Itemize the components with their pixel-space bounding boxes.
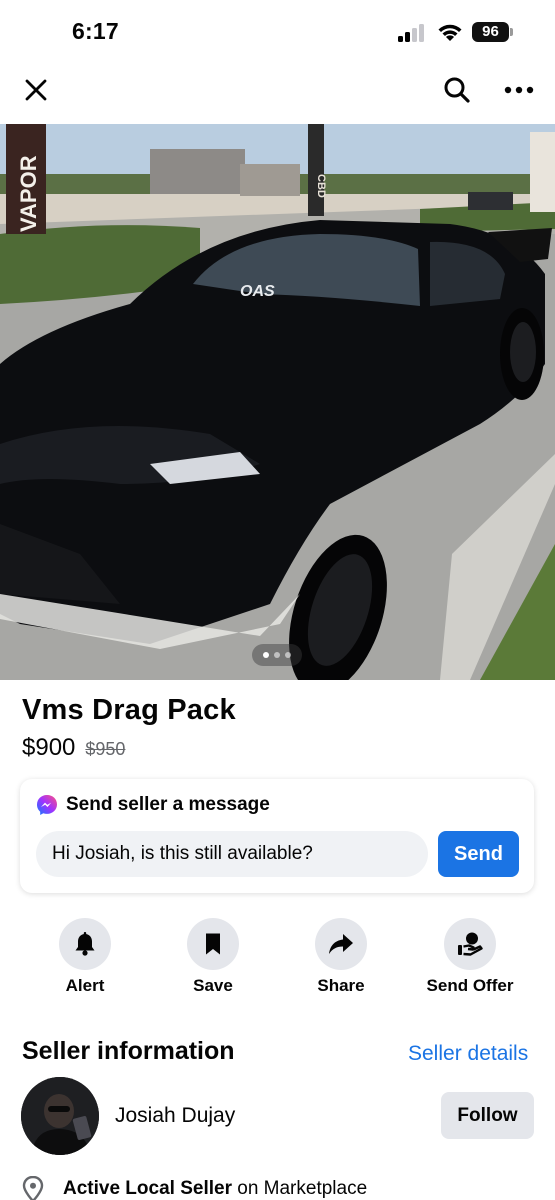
listing-title: Vms Drag Pack: [22, 694, 236, 726]
windshield-decal-text: OAS: [240, 283, 275, 300]
original-price: $950: [85, 739, 126, 759]
battery-icon: 96: [472, 22, 509, 42]
battery-tip: [510, 28, 513, 36]
send-message-card: Send seller a message Send: [20, 779, 534, 893]
more-options-button[interactable]: [497, 68, 541, 112]
listing-price: $900: [22, 734, 76, 761]
close-icon: [25, 79, 47, 101]
seller-avatar[interactable]: [21, 1077, 99, 1155]
seller-name[interactable]: Josiah Dujay: [115, 1104, 235, 1128]
more-dots-icon: [504, 86, 534, 94]
wifi-icon: [438, 24, 462, 41]
search-button[interactable]: [435, 68, 479, 112]
status-bar: 6:17 96: [0, 0, 555, 62]
offer-hand-icon: [458, 932, 483, 956]
top-navigation: [0, 62, 555, 122]
save-button[interactable]: Save: [153, 918, 273, 996]
message-input[interactable]: [36, 831, 428, 877]
sign-vapor-text: VAPOR: [16, 155, 41, 232]
status-time: 6:17: [72, 18, 119, 44]
send-offer-circle: [444, 918, 496, 970]
close-button[interactable]: [14, 68, 58, 112]
cellular-signal-icon: [398, 24, 428, 42]
seller-info-heading: Seller information: [22, 1037, 235, 1065]
seller-badge-bold: Active Local Seller: [63, 1178, 232, 1199]
share-circle: [315, 918, 367, 970]
bookmark-icon: [206, 933, 220, 955]
share-arrow-icon: [329, 934, 353, 954]
seller-badge-text: Active Local Seller on Marketplace: [63, 1178, 367, 1200]
location-pin-icon: [22, 1176, 44, 1200]
share-button[interactable]: Share: [281, 918, 401, 996]
carousel-dot: [263, 652, 269, 658]
seller-avatar-image: [21, 1077, 99, 1155]
carousel-dot: [285, 652, 291, 658]
send-offer-label: Send Offer: [426, 976, 514, 995]
seller-badge-rest: on Marketplace: [231, 1178, 368, 1199]
send-offer-button[interactable]: Send Offer: [410, 918, 530, 996]
price-row: $900 $950: [22, 734, 125, 762]
listing-photo[interactable]: VAPOR CBD OAS: [0, 124, 555, 680]
share-label: Share: [317, 976, 365, 995]
sign-cbd-text: CBD: [315, 174, 327, 198]
alert-button[interactable]: Alert: [25, 918, 145, 996]
listing-actions: Alert Save Share Send Offer: [0, 918, 555, 1000]
save-circle: [187, 918, 239, 970]
send-button[interactable]: Send: [438, 831, 519, 877]
seller-details-link[interactable]: Seller details: [408, 1042, 528, 1066]
bell-icon: [75, 932, 95, 956]
save-label: Save: [193, 976, 233, 995]
follow-button[interactable]: Follow: [441, 1092, 534, 1139]
car-photo-illustration: VAPOR CBD OAS: [0, 124, 555, 680]
photo-carousel-dots[interactable]: [252, 644, 302, 666]
message-heading: Send seller a message: [66, 794, 270, 815]
carousel-dot: [274, 652, 280, 658]
alert-label: Alert: [65, 976, 105, 995]
alert-circle: [59, 918, 111, 970]
search-icon: [444, 77, 470, 103]
messenger-icon: [37, 795, 57, 815]
